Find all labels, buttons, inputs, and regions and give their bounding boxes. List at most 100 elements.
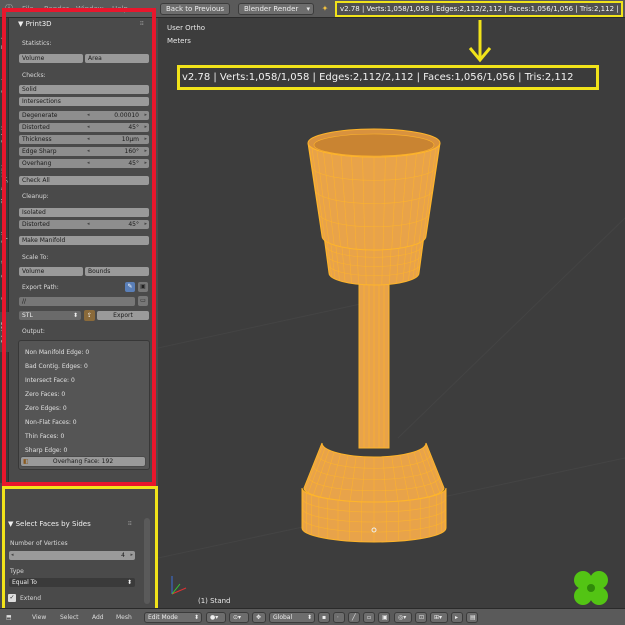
format-select[interactable]: STL ⬍ xyxy=(18,310,82,321)
export-icon[interactable]: ⇪ xyxy=(84,310,95,321)
occlude-icon[interactable]: ▣ xyxy=(378,612,390,623)
stand-mesh[interactable] xyxy=(301,128,447,543)
decrement-arrow-icon[interactable]: ◂ xyxy=(87,159,90,168)
distorted-field[interactable]: Distorted ◂ 45° ▸ xyxy=(18,122,150,133)
overhang-face-button[interactable]: ◧ Overhang Face: 192 xyxy=(20,456,146,467)
overhang-field[interactable]: Overhang ◂ 45° ▸ xyxy=(18,158,150,169)
orientation-value: Global xyxy=(273,614,293,621)
output-item: Non Manifold Edge: 0 xyxy=(25,349,90,356)
blender-window: ⓘ File Render Window Help Back to Previo… xyxy=(0,0,625,625)
vertices-field[interactable]: ◂ 4 ▸ xyxy=(8,550,136,561)
editor-type-icon[interactable]: ⬒ xyxy=(6,614,12,621)
edge-select-icon[interactable]: ╱ xyxy=(348,612,360,623)
stats-callout: v2.78 | Verts:1,058/1,058 | Edges:2,112/… xyxy=(177,65,599,90)
operator-scrollbar[interactable] xyxy=(144,518,150,604)
layer-icon[interactable]: ▪ xyxy=(318,612,330,623)
render-engine-select[interactable]: Blender Render ▾ xyxy=(238,3,314,15)
edge-sharp-label: Edge Sharp xyxy=(22,148,57,155)
mode-value: Edit Mode xyxy=(148,614,178,621)
dropdown-arrow-icon: ▾ xyxy=(306,5,310,13)
extend-label: Extend xyxy=(20,595,41,602)
cup-inner-rim xyxy=(313,133,435,157)
thickness-field[interactable]: Thickness ◂ 10µm ▸ xyxy=(18,134,150,145)
isolated-button[interactable]: Isolated xyxy=(18,207,150,218)
menu-view[interactable]: View xyxy=(32,614,46,621)
output-item: Sharp Edge: 0 xyxy=(25,447,68,454)
vertices-label: Number of Vertices xyxy=(10,540,68,547)
print3d-panel-header[interactable]: ▼ Print3D xyxy=(18,20,52,28)
output-item: Intersect Face: 0 xyxy=(25,377,75,384)
render-icon[interactable]: ▸ xyxy=(451,612,463,623)
cleanup-distorted-label: Distorted xyxy=(22,221,50,228)
vertex-select-icon[interactable]: ⋅ xyxy=(333,612,345,623)
decrement-arrow-icon[interactable]: ◂ xyxy=(11,551,14,560)
cleanup-distorted-field[interactable]: Distorted ◂ 45° ▸ xyxy=(18,219,150,230)
camera-icon[interactable]: ▤ xyxy=(466,612,478,623)
scale-bounds-button[interactable]: Bounds xyxy=(84,266,150,277)
increment-arrow-icon[interactable]: ▸ xyxy=(144,147,147,156)
decrement-arrow-icon[interactable]: ◂ xyxy=(87,123,90,132)
overhang-value: 45° xyxy=(128,160,139,167)
degenerate-field[interactable]: Degenerate ◂ 0.00010 ▸ xyxy=(18,110,150,121)
mode-select[interactable]: Edit Mode ⬍ xyxy=(144,612,202,623)
export-path-input[interactable]: // xyxy=(18,296,136,307)
eyedropper-icon[interactable]: ✎ xyxy=(125,282,135,292)
snap-icon[interactable]: ⊡ xyxy=(415,612,427,623)
thickness-label: Thickness xyxy=(22,136,52,143)
output-box: Non Manifold Edge: 0 Bad Contig. Edges: … xyxy=(18,340,150,470)
3d-viewport[interactable]: User Ortho Meters (1) Stand xyxy=(158,18,625,608)
snap-element-select[interactable]: ⊞▾ xyxy=(430,612,448,623)
export-button[interactable]: Export xyxy=(96,310,150,321)
orientation-select[interactable]: Global ⬍ xyxy=(269,612,315,623)
output-item: Thin Faces: 0 xyxy=(25,433,65,440)
save-icon[interactable]: ▣ xyxy=(138,282,148,292)
drag-handle-icon[interactable]: ⁝⁝ xyxy=(140,20,144,27)
make-manifold-button[interactable]: Make Manifold xyxy=(18,235,150,246)
shading-select[interactable]: ●▾ xyxy=(206,612,226,623)
menu-add[interactable]: Add xyxy=(92,614,104,621)
area-button[interactable]: Area xyxy=(84,53,150,64)
increment-arrow-icon[interactable]: ▸ xyxy=(130,551,133,560)
increment-arrow-icon[interactable]: ▸ xyxy=(144,123,147,132)
format-value: STL xyxy=(22,312,33,319)
face-select-icon[interactable]: ▫ xyxy=(363,612,375,623)
output-label: Output: xyxy=(22,328,45,335)
proportional-edit-select[interactable]: ◎▾ xyxy=(394,612,412,623)
check-all-button[interactable]: Check All xyxy=(18,175,150,186)
decrement-arrow-icon[interactable]: ◂ xyxy=(87,147,90,156)
scale-volume-button[interactable]: Volume xyxy=(18,266,84,277)
increment-arrow-icon[interactable]: ▸ xyxy=(144,135,147,144)
operator-panel-header[interactable]: ▼ Select Faces by Sides xyxy=(8,520,91,528)
menu-select[interactable]: Select xyxy=(60,614,79,621)
dropdown-arrow-icon: ⬍ xyxy=(126,579,132,586)
increment-arrow-icon[interactable]: ▸ xyxy=(144,159,147,168)
dropdown-arrow-icon: ⬍ xyxy=(72,312,78,319)
solid-button[interactable]: Solid xyxy=(18,84,150,95)
decrement-arrow-icon[interactable]: ◂ xyxy=(87,220,90,229)
dropdown-arrow-icon: ⬍ xyxy=(306,614,312,621)
select-icon: ◧ xyxy=(23,458,29,465)
extend-checkbox[interactable]: ✓ xyxy=(8,594,16,602)
decrement-arrow-icon[interactable]: ◂ xyxy=(87,135,90,144)
overhang-face-label: Overhang Face: 192 xyxy=(52,458,114,465)
edge-sharp-field[interactable]: Edge Sharp ◂ 160° ▸ xyxy=(18,146,150,157)
manipulator-toggle[interactable]: ✥ xyxy=(252,612,266,623)
pivot-select[interactable]: ⊙▾ xyxy=(229,612,249,623)
volume-button[interactable]: Volume xyxy=(18,53,84,64)
overhang-label: Overhang xyxy=(22,160,52,167)
callout-arrow-icon xyxy=(468,20,492,63)
folder-icon[interactable]: ▭ xyxy=(138,296,148,306)
operator-title: Select Faces by Sides xyxy=(15,520,91,528)
increment-arrow-icon[interactable]: ▸ xyxy=(144,220,147,229)
intersections-button[interactable]: Intersections xyxy=(18,96,150,107)
tool-shelf: Tools Create Relations Shading / UVs Opt… xyxy=(0,8,158,625)
print3d-title: Print3D xyxy=(25,20,52,28)
dropdown-arrow-icon: ⬍ xyxy=(193,614,199,621)
type-select[interactable]: Equal To ⬍ xyxy=(8,577,136,588)
menu-mesh[interactable]: Mesh xyxy=(116,614,132,621)
decrement-arrow-icon[interactable]: ◂ xyxy=(87,111,90,120)
view-name: User Ortho xyxy=(167,24,206,32)
increment-arrow-icon[interactable]: ▸ xyxy=(144,111,147,120)
back-to-previous-button[interactable]: Back to Previous xyxy=(160,3,231,15)
drag-handle-icon[interactable]: ⁝⁝ xyxy=(128,520,132,527)
